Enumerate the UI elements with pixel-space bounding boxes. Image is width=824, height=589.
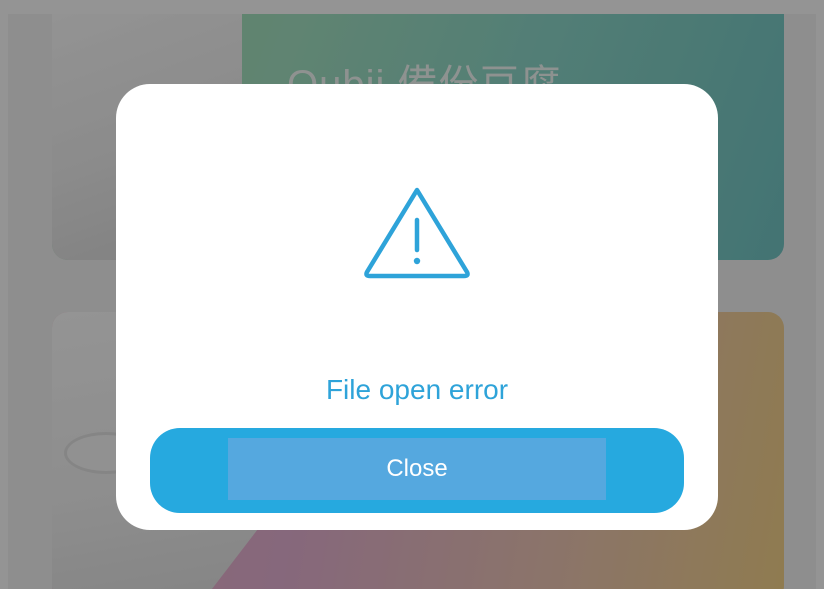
error-message: File open error	[325, 374, 509, 405]
screen: Qubii 備份豆腐 File open error Close	[0, 0, 824, 589]
close-button-highlight[interactable]: Close	[228, 438, 606, 500]
close-button[interactable]: Close	[150, 428, 684, 513]
warning-triangle-icon	[364, 187, 470, 279]
close-button-label: Close	[386, 455, 448, 482]
error-dialog: File open error Close	[116, 84, 718, 530]
